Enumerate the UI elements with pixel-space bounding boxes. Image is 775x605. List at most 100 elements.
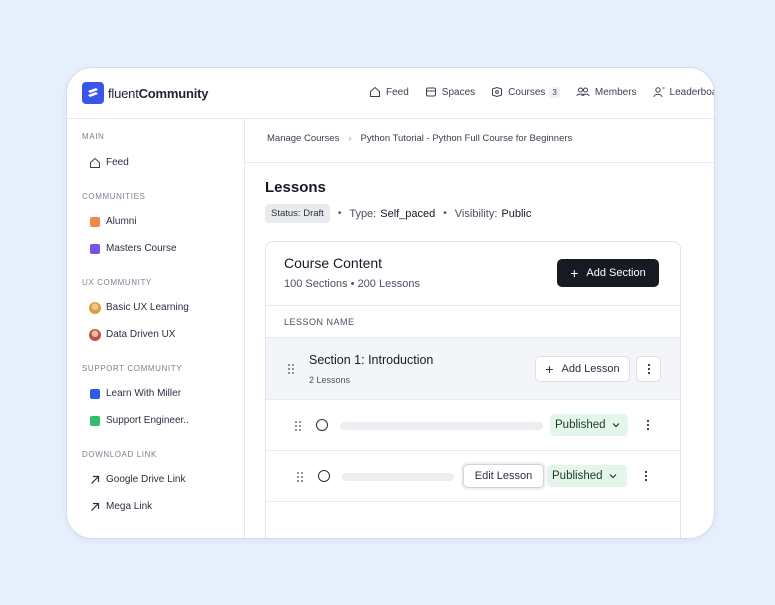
meta-separator: • — [337, 208, 342, 219]
more-vertical-icon — [646, 419, 650, 431]
sidebar-item-label: Google Drive Link — [106, 474, 186, 485]
sidebar-item-google-drive[interactable]: Google Drive Link — [88, 473, 185, 486]
drag-handle-icon[interactable] — [287, 363, 295, 375]
sidebar-item-support-engineer[interactable]: Support Engineer.. — [88, 414, 189, 427]
top-bar: fluentCommunity Feed Spaces Courses 3 Me… — [67, 68, 714, 119]
sidebar-item-feed[interactable]: Feed — [88, 156, 129, 169]
section-title: Section 1: Introduction — [309, 353, 434, 367]
arrow-up-right-icon — [88, 473, 101, 486]
topnav-leaderboard-label: Leaderboard — [669, 86, 714, 98]
sidebar-heading-main: MAIN — [82, 132, 105, 141]
logo-mark-icon — [82, 82, 104, 104]
home-icon — [370, 86, 380, 97]
lesson-row: Published — [266, 400, 680, 451]
course-content-card: Course Content 100 Sections • 200 Lesson… — [265, 241, 681, 538]
sidebar-heading-download: DOWNLOAD LINK — [82, 450, 157, 459]
avatar — [88, 301, 101, 314]
leaderboard-icon — [653, 87, 665, 98]
type-value: Self_paced — [380, 207, 436, 220]
spaces-icon — [425, 87, 436, 97]
sidebar-item-label: Mega Link — [106, 501, 153, 512]
lesson-row: Edit Lesson Published — [266, 451, 680, 502]
course-content-summary: 100 Sections • 200 Lessons — [284, 278, 420, 290]
type-label: Type: — [349, 207, 377, 220]
visibility-label: Visibility: — [454, 207, 498, 220]
topnav-spaces[interactable]: Spaces — [425, 86, 475, 98]
lesson-status-label: Published — [552, 470, 603, 482]
lesson-complete-checkbox[interactable] — [316, 419, 328, 431]
add-lesson-label: Add Lesson — [561, 363, 620, 375]
topnav-feed-label: Feed — [386, 86, 409, 98]
lesson-more-button[interactable] — [645, 418, 651, 432]
sidebar-heading-support: SUPPORT COMMUNITY — [82, 364, 183, 373]
lesson-title-placeholder — [342, 473, 454, 481]
members-icon — [576, 87, 590, 97]
section-row: Section 1: Introduction 2 Lessons + Add … — [266, 338, 680, 400]
column-header-lesson-name: LESSON NAME — [284, 317, 355, 327]
sidebar-item-label: Data Driven UX — [106, 329, 176, 340]
drag-handle-icon[interactable] — [294, 420, 302, 432]
lesson-complete-checkbox[interactable] — [318, 470, 330, 482]
breadcrumb: Manage Courses › Python Tutorial - Pytho… — [267, 133, 572, 144]
more-vertical-icon — [644, 470, 648, 482]
meta-separator: • — [443, 208, 447, 219]
sidebar-item-alumni[interactable]: Alumni — [88, 215, 137, 228]
breadcrumb-current: Python Tutorial - Python Full Course for… — [360, 133, 573, 144]
add-section-button[interactable]: + Add Section — [557, 259, 659, 287]
space-color-icon — [88, 414, 101, 427]
page-title: Lessons — [265, 179, 326, 196]
drag-handle-icon[interactable] — [296, 471, 304, 483]
edit-lesson-button[interactable]: Edit Lesson — [463, 464, 544, 488]
chevron-down-icon — [612, 423, 619, 428]
topnav-leaderboard[interactable]: Leaderboard — [653, 86, 714, 98]
topnav-courses-label: Courses — [508, 86, 546, 98]
section-lesson-count: 2 Lessons — [309, 375, 351, 385]
logo-name: Community — [138, 85, 209, 101]
logo[interactable]: fluentCommunity — [82, 82, 209, 104]
avatar — [88, 328, 101, 341]
sidebar-item-learn-with-miller[interactable]: Learn With Miller — [88, 387, 181, 400]
visibility-value: Public — [501, 207, 532, 220]
logo-text: fluentCommunity — [108, 85, 209, 101]
topnav-members[interactable]: Members — [576, 86, 637, 98]
sidebar-item-label: Feed — [106, 157, 129, 168]
sidebar: MAIN Feed COMMUNITIES Alumni Masters Cou… — [67, 119, 245, 538]
sidebar-item-label: Masters Course — [106, 243, 177, 254]
sidebar-item-label: Alumni — [106, 216, 137, 227]
sidebar-item-data-driven-ux[interactable]: Data Driven UX — [88, 328, 175, 341]
topnav-feed[interactable]: Feed — [369, 86, 409, 98]
courses-icon — [492, 86, 503, 98]
chevron-down-icon — [609, 474, 616, 479]
breadcrumb-manage-courses[interactable]: Manage Courses — [267, 133, 339, 144]
section-more-button[interactable] — [636, 356, 661, 382]
more-vertical-icon — [647, 363, 650, 375]
course-content-title: Course Content — [284, 255, 383, 271]
sidebar-item-mega-link[interactable]: Mega Link — [88, 500, 152, 513]
lesson-status-dropdown[interactable]: Published — [547, 465, 627, 487]
sidebar-item-masters-course[interactable]: Masters Course — [88, 242, 177, 255]
lesson-title-placeholder — [340, 422, 543, 430]
topnav-spaces-label: Spaces — [441, 86, 476, 98]
sidebar-item-basic-ux[interactable]: Basic UX Learning — [88, 301, 189, 314]
top-nav: Feed Spaces Courses 3 Members Leaderboar… — [369, 86, 714, 98]
sidebar-item-label: Support Engineer.. — [106, 415, 189, 426]
space-color-icon — [88, 215, 101, 228]
app-window: fluentCommunity Feed Spaces Courses 3 Me… — [66, 67, 715, 539]
lesson-status-dropdown[interactable]: Published — [550, 414, 628, 436]
chevron-right-icon: › — [348, 133, 352, 144]
sidebar-item-label: Basic UX Learning — [106, 302, 189, 313]
sidebar-item-label: Learn With Miller — [106, 388, 182, 399]
edit-lesson-label: Edit Lesson — [474, 470, 533, 482]
divider — [245, 162, 714, 163]
lesson-status-label: Published — [555, 419, 606, 431]
add-lesson-button[interactable]: + Add Lesson — [535, 356, 630, 382]
logo-prefix: fluent — [108, 85, 139, 101]
space-color-icon — [88, 242, 101, 255]
topnav-members-label: Members — [594, 86, 637, 98]
plus-icon: + — [570, 265, 579, 281]
topnav-courses[interactable]: Courses 3 — [491, 86, 560, 98]
plus-icon: + — [545, 361, 554, 377]
add-section-label: Add Section — [586, 267, 646, 279]
lesson-more-button[interactable] — [643, 469, 649, 483]
status-badge: Status: Draft — [265, 204, 330, 223]
